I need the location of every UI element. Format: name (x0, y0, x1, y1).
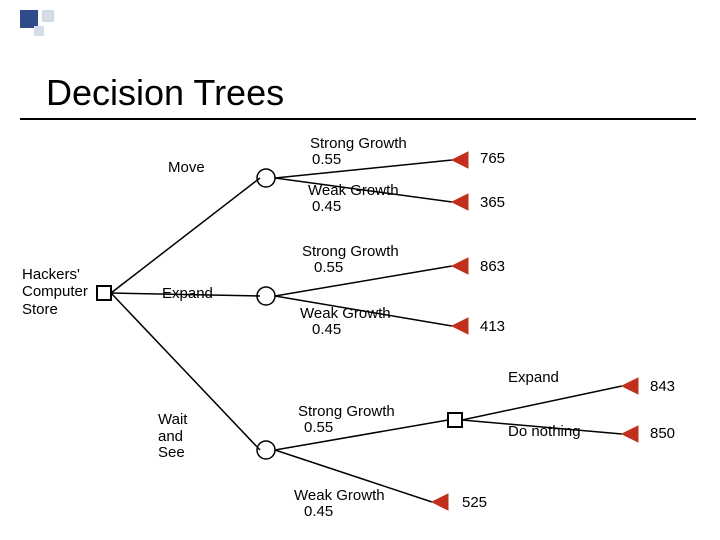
move-weak-val: 365 (480, 194, 505, 211)
wait-weak-val: 525 (462, 494, 487, 511)
move-strong-val: 765 (480, 150, 505, 167)
wait-nothing-label: Do nothing (508, 424, 581, 441)
move-strong-p: 0.55 (312, 152, 341, 169)
wait-strong-p: 0.55 (304, 420, 333, 437)
branch-move-label: Move (168, 160, 205, 177)
branch-wait-label: WaitandSee (158, 412, 187, 462)
root-label: Hackers'ComputerStore (22, 266, 88, 318)
wait-expand-label: Expand (508, 370, 559, 387)
wait-nothing-val: 850 (650, 425, 675, 442)
wait-weak-p: 0.45 (304, 504, 333, 521)
expand-weak-val: 413 (480, 318, 505, 335)
move-weak-p: 0.45 (312, 199, 341, 216)
branch-expand-label: Expand (162, 286, 213, 303)
expand-strong-p: 0.55 (314, 260, 343, 277)
wait-expand-val: 843 (650, 378, 675, 395)
decision-tree-svg (0, 0, 720, 540)
expand-weak-p: 0.45 (312, 322, 341, 339)
expand-strong-val: 863 (480, 258, 505, 275)
